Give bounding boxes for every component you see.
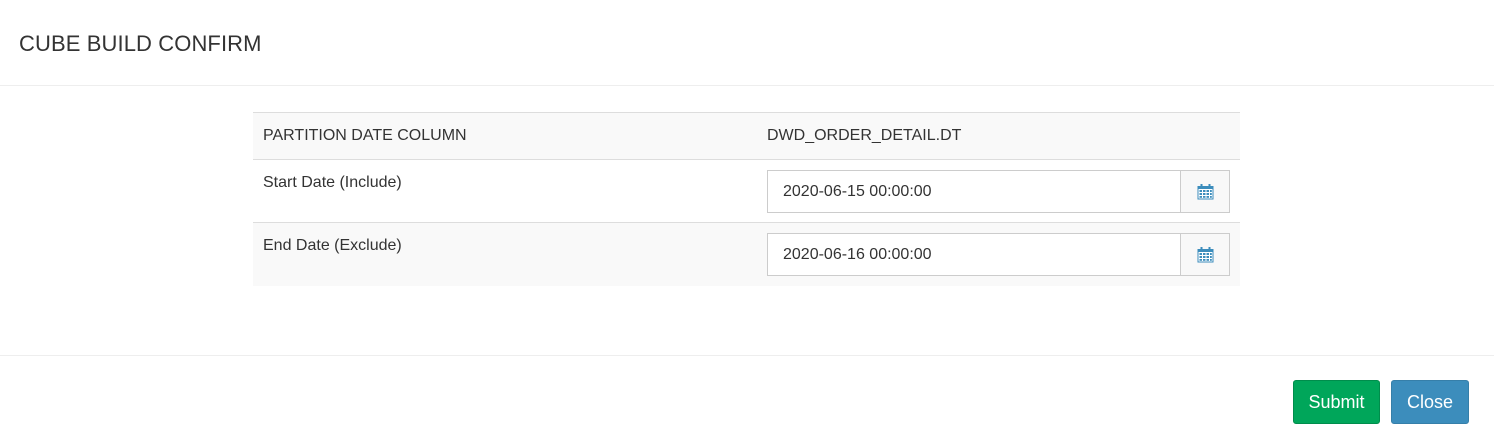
start-date-row: Start Date (Include) 2020-06-15 00:00:00 [253,159,1240,223]
start-date-input[interactable]: 2020-06-15 00:00:00 [767,170,1180,213]
end-date-picker: 2020-06-16 00:00:00 [767,233,1230,276]
submit-button[interactable]: Submit [1293,380,1380,424]
start-date-calendar-button[interactable] [1180,170,1230,213]
end-date-calendar-button[interactable] [1180,233,1230,276]
calendar-icon [1197,183,1213,199]
calendar-icon [1197,246,1213,262]
partition-row: PARTITION DATE COLUMN DWD_ORDER_DETAIL.D… [253,112,1240,160]
modal-body: PARTITION DATE COLUMN DWD_ORDER_DETAIL.D… [0,86,1494,355]
partition-value: DWD_ORDER_DETAIL.DT [757,112,1240,160]
close-button[interactable]: Close [1391,380,1469,424]
modal-title: CUBE BUILD CONFIRM [19,31,262,56]
start-date-picker: 2020-06-15 00:00:00 [767,170,1230,213]
start-date-label: Start Date (Include) [263,174,402,191]
cube-build-confirm-modal: CUBE BUILD CONFIRM PARTITION DATE COLUMN… [0,0,1494,446]
modal-header: CUBE BUILD CONFIRM [0,0,1494,86]
partition-label: PARTITION DATE COLUMN [253,112,757,160]
build-settings-table: PARTITION DATE COLUMN DWD_ORDER_DETAIL.D… [253,112,1240,286]
end-date-label: End Date (Exclude) [263,237,402,254]
end-date-row: End Date (Exclude) 2020-06-16 00:00:00 [253,222,1240,286]
end-date-input[interactable]: 2020-06-16 00:00:00 [767,233,1180,276]
modal-footer: Submit Close [0,355,1494,446]
